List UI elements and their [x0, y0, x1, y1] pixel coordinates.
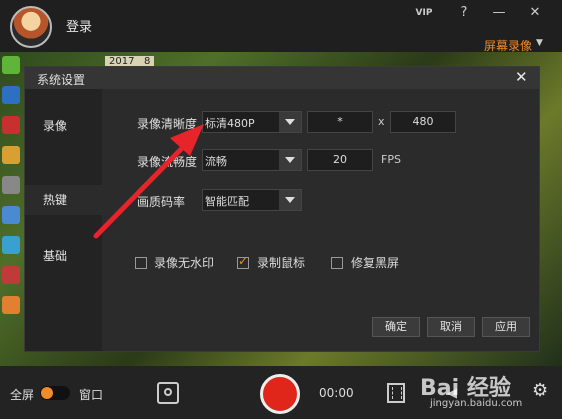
desktop-app-icon — [2, 146, 20, 164]
clarity-label: 录像清晰度 — [137, 117, 198, 131]
dialog-title-bar: 系统设置 ✕ — [25, 67, 539, 89]
camera-icon[interactable] — [157, 382, 179, 404]
sidebar-item-record[interactable]: 录像 — [25, 111, 102, 141]
minimize-icon[interactable]: — — [490, 4, 508, 22]
fluency-label: 录像流畅度 — [137, 155, 198, 169]
dialog-title: 系统设置 — [37, 73, 86, 87]
desktop-icons — [2, 56, 24, 326]
desktop-app-icon — [2, 236, 20, 254]
help-icon[interactable]: ? — [455, 4, 473, 22]
record-mouse-label: 录制鼠标 — [257, 256, 306, 270]
chevron-down-icon[interactable] — [279, 112, 301, 132]
desktop-app-icon — [2, 56, 20, 74]
settings-dialog: 系统设置 ✕ 录像 热键 基础 录像清晰度 标清480P * x 480 录像流… — [24, 66, 540, 352]
dialog-close-icon[interactable]: ✕ — [515, 68, 528, 86]
top-bar: 登录 VIP ? — ✕ 屏幕录像 ▼ — [0, 0, 562, 53]
film-icon[interactable] — [387, 383, 405, 403]
bitrate-dropdown[interactable]: 智能匹配 — [202, 189, 302, 211]
desktop-app-icon — [2, 86, 20, 104]
desktop-app-icon — [2, 116, 20, 134]
baidu-watermark-url: jingyan.baidu.com — [430, 398, 523, 409]
clarity-dropdown[interactable]: 标清480P — [202, 111, 302, 133]
chevron-down-icon[interactable]: ▼ — [536, 38, 543, 48]
fix-black-screen-label: 修复黑屏 — [351, 256, 400, 270]
fps-input[interactable]: 20 — [307, 149, 373, 171]
apply-button[interactable]: 应用 — [482, 317, 530, 337]
sidebar-item-basic[interactable]: 基础 — [25, 241, 102, 271]
sidebar-item-hotkey[interactable]: 热键 — [25, 185, 102, 215]
mode-toggle[interactable] — [40, 386, 70, 400]
cancel-button[interactable]: 取消 — [427, 317, 475, 337]
record-mouse-checkbox[interactable] — [237, 254, 249, 269]
no-watermark-label: 录像无水印 — [154, 256, 215, 270]
fluency-value: 流畅 — [205, 155, 227, 168]
chevron-down-icon[interactable] — [279, 190, 301, 210]
desktop-app-icon — [2, 296, 20, 314]
fix-black-screen-checkbox[interactable] — [331, 257, 343, 269]
avatar[interactable] — [10, 6, 52, 48]
gear-icon[interactable]: ⚙ — [532, 380, 548, 401]
bitrate-value: 智能匹配 — [205, 195, 249, 208]
clarity-value: 标清480P — [205, 117, 255, 130]
size-separator: x — [378, 115, 385, 128]
width-input[interactable]: * — [307, 111, 373, 133]
vip-icon[interactable]: VIP — [415, 4, 433, 22]
window-label[interactable]: 窗口 — [79, 386, 103, 403]
desktop-app-icon — [2, 176, 20, 194]
fullscreen-label[interactable]: 全屏 — [10, 386, 34, 403]
desktop-app-icon — [2, 266, 20, 284]
desktop-app-icon — [2, 206, 20, 224]
settings-sidebar: 录像 热键 基础 — [25, 89, 102, 351]
toggle-knob — [41, 387, 53, 399]
record-button[interactable] — [260, 374, 300, 414]
fps-label: FPS — [381, 153, 401, 166]
height-input[interactable]: 480 — [390, 111, 456, 133]
chevron-down-icon[interactable] — [279, 150, 301, 170]
bitrate-label: 画质码率 — [137, 195, 186, 209]
no-watermark-checkbox[interactable] — [135, 257, 147, 269]
record-timer: 00:00 — [319, 386, 354, 400]
login-link[interactable]: 登录 — [66, 16, 92, 35]
close-icon[interactable]: ✕ — [526, 4, 544, 22]
fluency-dropdown[interactable]: 流畅 — [202, 149, 302, 171]
settings-content: 录像清晰度 标清480P * x 480 录像流畅度 流畅 20 FPS 画质码… — [102, 89, 539, 351]
ok-button[interactable]: 确定 — [372, 317, 420, 337]
